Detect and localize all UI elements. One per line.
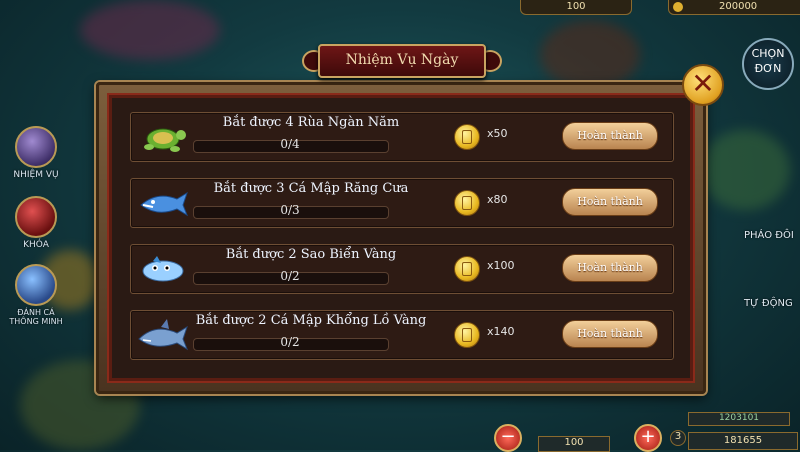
background-glow	[540, 20, 640, 90]
task-reward: x80	[487, 193, 508, 206]
coin-icon	[673, 2, 683, 12]
task-progress-text: 0/3	[280, 203, 300, 217]
tu-dong-button[interactable]: TỰ ĐỘNG	[744, 298, 793, 309]
top-balance-display: 200000	[668, 0, 800, 15]
complete-button[interactable]: Hoàn thành	[562, 254, 658, 282]
complete-button[interactable]: Hoàn thành	[562, 320, 658, 348]
side-button-label: ĐÁNH CÁ THÔNG MINH	[9, 308, 63, 326]
task-row: Bắt được 3 Cá Mập Răng Cưa 0/3 x80 Hoàn …	[130, 178, 674, 228]
giant-shark-icon	[137, 317, 189, 353]
background-glow	[700, 130, 790, 210]
task-progress-text: 0/2	[280, 335, 300, 349]
scroll-icon	[15, 126, 57, 168]
turtle-icon	[137, 119, 189, 155]
task-row: Bắt được 4 Rùa Ngàn Năm 0/4 x50 Hoàn thà…	[130, 112, 674, 162]
coin-icon	[454, 124, 480, 150]
side-button-nhiem-vu[interactable]: NHIỆM VỤ	[6, 126, 66, 180]
coin-icon	[454, 190, 480, 216]
starfish-icon	[137, 251, 189, 287]
dialog-title: Nhiệm Vụ Ngày	[318, 44, 486, 78]
task-name: Bắt được 2 Cá Mập Khổng Lồ Vàng	[195, 313, 427, 328]
decrease-bet-button[interactable]: −	[494, 424, 522, 452]
bottom-level: 3	[670, 430, 686, 446]
side-button-danh-ca-thong-minh[interactable]: ĐÁNH CÁ THÔNG MINH	[6, 264, 66, 326]
coin-icon	[454, 322, 480, 348]
top-balance-value: 200000	[719, 1, 758, 12]
task-row: Bắt được 2 Cá Mập Khổng Lồ Vàng 0/2 x140…	[130, 310, 674, 360]
task-reward: x140	[487, 325, 515, 338]
phao-doi-button[interactable]: PHÁO ĐÔI	[744, 230, 794, 241]
chon-don-button[interactable]: CHỌN ĐƠN	[742, 38, 794, 90]
task-reward: x50	[487, 127, 508, 140]
sawshark-icon	[137, 185, 189, 221]
task-name: Bắt được 3 Cá Mập Răng Cưa	[213, 181, 409, 196]
task-progress-text: 0/4	[280, 137, 300, 151]
background-glow	[80, 0, 220, 60]
target-lock-icon	[15, 196, 57, 238]
bottom-secondary-value: 1203101	[688, 412, 790, 426]
increase-bet-button[interactable]: +	[634, 424, 662, 452]
side-button-label: KHÓA	[23, 240, 49, 250]
task-row: Bắt được 2 Sao Biển Vàng 0/2 x100 Hoàn t…	[130, 244, 674, 294]
task-progress-text: 0/2	[280, 269, 300, 283]
top-bet-display: 100	[520, 0, 632, 15]
complete-button[interactable]: Hoàn thành	[562, 188, 658, 216]
task-name: Bắt được 4 Rùa Ngàn Năm	[222, 115, 400, 130]
task-reward: x100	[487, 259, 515, 272]
complete-button[interactable]: Hoàn thành	[562, 122, 658, 150]
side-button-label: NHIỆM VỤ	[13, 170, 59, 180]
side-button-khoa[interactable]: KHÓA	[6, 196, 66, 250]
close-button[interactable]: ✕	[682, 64, 724, 106]
task-name: Bắt được 2 Sao Biển Vàng	[225, 247, 397, 262]
bottom-balance-display: 181655	[688, 432, 798, 450]
ai-icon	[15, 264, 57, 306]
coin-icon	[454, 256, 480, 282]
